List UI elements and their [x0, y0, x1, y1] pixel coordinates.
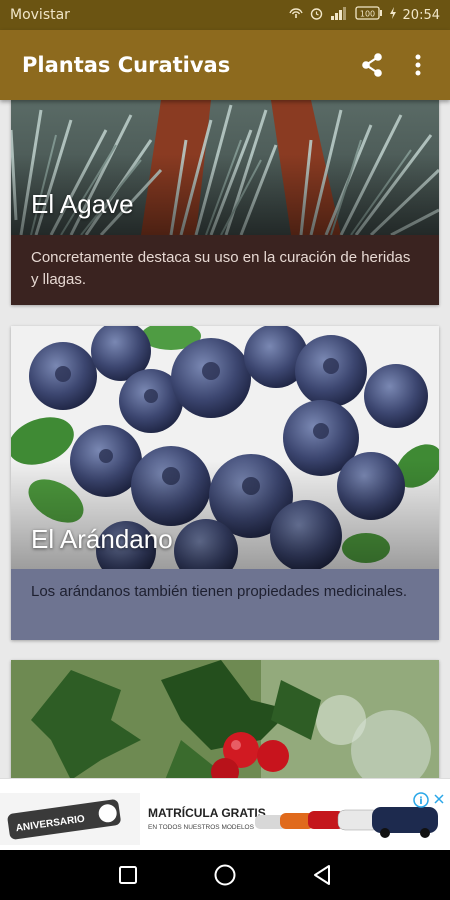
app-bar: Plantas Curativas [0, 30, 450, 100]
share-icon [362, 53, 382, 77]
back-button[interactable] [302, 855, 342, 895]
status-bar: Movistar 100 20:54 [0, 0, 450, 30]
battery-icon: 100 [354, 6, 383, 24]
card-description: Concretamente destaca su uso en la curac… [11, 235, 439, 305]
card-title: El Agave [31, 189, 134, 219]
status-icons: 100 20:54 [288, 6, 440, 24]
app-title: Plantas Curativas [22, 53, 231, 77]
system-nav-bar [0, 850, 450, 900]
signal-icon [329, 6, 349, 24]
home-button[interactable] [205, 855, 245, 895]
back-icon [313, 865, 330, 885]
battery-level: 100 [359, 10, 374, 19]
share-button[interactable] [352, 45, 392, 85]
ad-subline: EN TODOS NUESTROS MODELOS [148, 824, 255, 831]
more-vert-icon [415, 54, 421, 76]
alarm-icon [310, 7, 323, 24]
clock: 20:54 [402, 7, 440, 23]
carrier-label: Movistar [10, 7, 70, 23]
recents-icon [119, 866, 138, 884]
home-icon [214, 864, 236, 886]
hotspot-icon [288, 7, 304, 23]
svg-text:i: i [419, 796, 422, 807]
recents-button[interactable] [108, 855, 148, 895]
overflow-menu-button[interactable] [398, 45, 438, 85]
charging-icon [389, 7, 397, 23]
plant-card-3[interactable] [11, 660, 439, 778]
plant-list[interactable]: El Agave Concretamente destaca su uso en… [0, 100, 450, 778]
plant-card-agave[interactable]: El Agave Concretamente destaca su uso en… [11, 100, 439, 305]
ad-banner[interactable]: ANIVERSARIO MATRÍCULA GRATIS EN TODOS NU… [0, 778, 450, 851]
holly-image [11, 660, 439, 778]
plant-card-arandano[interactable]: El Arándano Los arándanos también tienen… [11, 326, 439, 640]
ad-headline: MATRÍCULA GRATIS [148, 805, 266, 820]
card-title: El Arándano [31, 524, 173, 554]
card-description: Los arándanos también tienen propiedades… [11, 569, 439, 640]
